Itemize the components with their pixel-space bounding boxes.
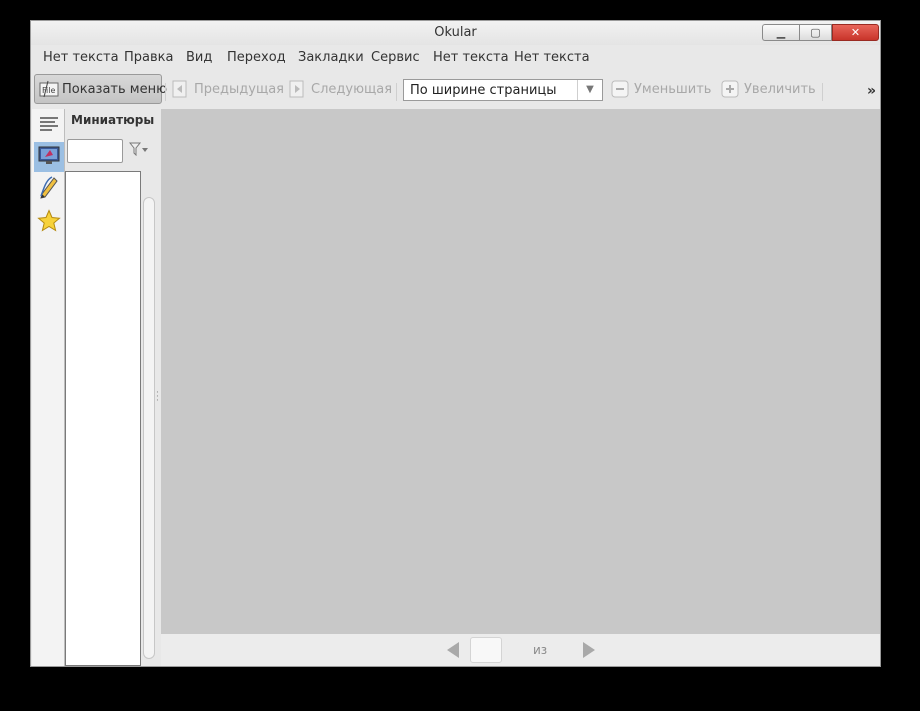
thumbnail-scrollbar[interactable] [143,189,155,669]
minimize-icon: ▁ [776,26,786,39]
thumbnail-filter-input[interactable] [67,139,123,163]
zoom-out-label: Уменьшить [634,81,712,97]
toolbar-separator [822,83,823,101]
zoom-out-button[interactable]: Уменьшить [611,74,711,104]
sidebar-tab-thumbnails[interactable] [34,142,64,172]
document-view[interactable] [161,109,880,634]
page-number-input[interactable] [470,637,502,663]
menu-bookmarks[interactable]: Закладки [298,50,364,65]
sidebar-splitter-handle[interactable]: · · · [156,389,159,406]
window-title: Okular [434,25,477,40]
zoom-in-label: Увеличить [744,81,816,97]
toolbar-separator [396,83,397,101]
minimize-button[interactable]: ▁ [762,24,799,41]
next-label: Следующая [311,81,393,97]
menu-bar: Нет текста Правка Вид Переход Закладки С… [31,45,880,69]
show-menu-label: Показать меню [62,81,168,97]
zoom-mode-value: По ширине страницы [410,83,557,98]
zoom-out-icon [611,80,629,98]
sidebar-tab-annotations[interactable] [34,175,64,205]
zoom-in-icon [721,80,739,98]
thumbnail-list[interactable] [65,171,141,666]
bookmarks-icon [37,209,61,237]
menu-help[interactable]: Нет текста [514,50,590,65]
panel-title: Миниатюры [71,113,155,127]
menu-tools[interactable]: Сервис [371,50,420,65]
okular-window: Okular ▁ ▢ ✕ Нет текста Правка Вид Перех… [30,20,881,667]
next-icon [288,80,306,98]
page-of-label: из [533,643,548,657]
menu-go[interactable]: Переход [227,50,286,65]
scrollbar-track[interactable] [143,197,155,659]
next-page-button[interactable]: Следующая [288,74,392,104]
next-page-arrow-icon[interactable] [583,642,595,658]
sidebar-tab-bookmarks[interactable] [34,208,64,238]
maximize-icon: ▢ [810,26,821,39]
thumbnails-icon [38,145,60,169]
page-navigation-bar: из [161,634,880,666]
title-bar[interactable]: Okular ▁ ▢ ✕ [31,21,880,45]
previous-page-arrow-icon[interactable] [447,642,459,658]
menu-edit[interactable]: Правка [124,50,173,65]
close-icon: ✕ [850,26,861,39]
previous-page-button[interactable]: Предыдущая [171,74,284,104]
previous-label: Предыдущая [194,81,284,97]
menu-settings[interactable]: Нет текста [433,50,509,65]
zoom-in-button[interactable]: Увеличить [721,74,816,104]
contents-icon [39,115,59,137]
menu-file[interactable]: Нет текста [43,50,119,65]
maximize-button[interactable]: ▢ [799,24,832,41]
sidebar-tab-contents[interactable] [34,111,64,141]
toolbar-separator [165,83,166,101]
toolbar-overflow-button[interactable]: » [867,83,876,99]
menu-view[interactable]: Вид [186,50,212,65]
filter-icon[interactable] [128,142,149,159]
sidebar-tabs [32,109,65,666]
annotations-icon [38,176,60,204]
show-menu-button[interactable]: File Показать меню [34,74,167,104]
file-icon: File [39,80,59,98]
svg-text:File: File [42,86,55,95]
zoom-mode-select[interactable]: По ширине страницы ▼ [403,79,603,101]
chevron-down-icon[interactable]: ▼ [577,80,602,100]
close-button[interactable]: ✕ [832,24,879,41]
previous-icon [171,80,189,98]
